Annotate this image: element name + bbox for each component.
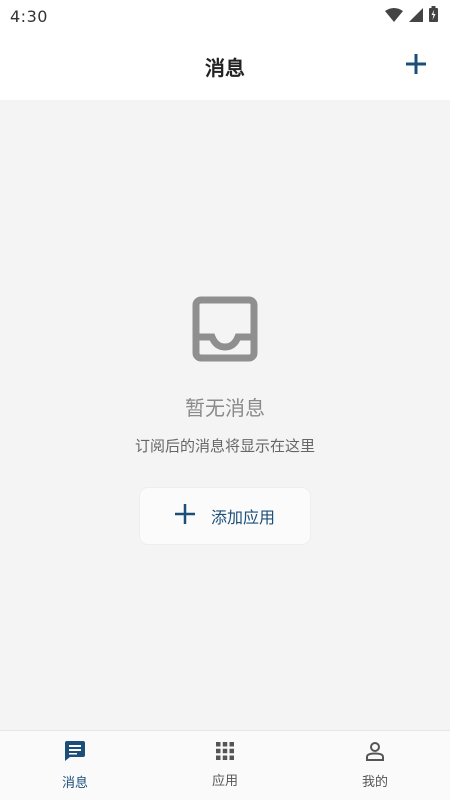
status-bar: 4:30 <box>0 0 450 32</box>
add-button[interactable] <box>396 48 436 84</box>
add-app-button[interactable]: 添加应用 <box>140 488 310 544</box>
status-icons <box>385 6 438 26</box>
nav-item-me[interactable]: 我的 <box>300 731 450 800</box>
message-list: 暂无消息 订阅后的消息将显示在这里 添加应用 <box>0 100 450 730</box>
nav-label: 我的 <box>361 775 388 790</box>
bottom-nav: 消息 应用 我的 <box>0 730 450 800</box>
person-icon <box>365 741 385 765</box>
nav-label: 应用 <box>211 774 238 789</box>
plus-icon <box>405 53 427 79</box>
nav-item-apps[interactable]: 应用 <box>150 731 300 800</box>
inbox-icon <box>192 296 258 366</box>
page-title: 消息 <box>205 55 245 80</box>
add-app-label: 添加应用 <box>210 508 275 527</box>
grid-icon <box>216 742 234 764</box>
app-bar: 消息 <box>0 32 450 100</box>
nav-item-messages[interactable]: 消息 <box>0 731 150 800</box>
empty-subtitle: 订阅后的消息将显示在这里 <box>134 437 315 455</box>
battery-icon <box>429 6 438 26</box>
empty-state: 暂无消息 订阅后的消息将显示在这里 添加应用 <box>0 296 450 544</box>
status-time: 4:30 <box>10 6 48 26</box>
nav-label: 消息 <box>61 776 88 791</box>
wifi-icon <box>385 7 403 26</box>
plus-icon <box>174 504 195 528</box>
signal-icon <box>409 7 423 26</box>
message-icon <box>64 740 86 766</box>
empty-title: 暂无消息 <box>185 396 265 420</box>
